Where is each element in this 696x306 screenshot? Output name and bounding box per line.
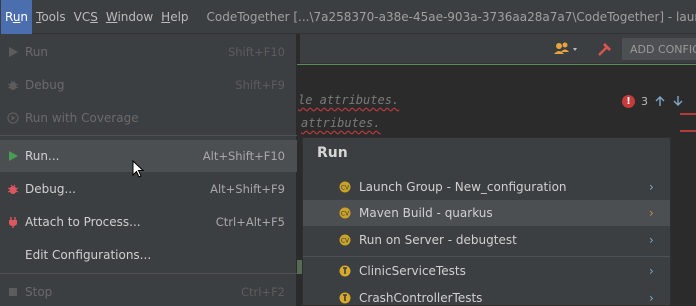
run-menu-item-shortcut: Shift+F10 <box>227 45 285 59</box>
run-menu-item-label: Run <box>25 45 49 59</box>
run-menu-item-run-with-coverage[interactable]: Run with Coverage <box>0 102 297 134</box>
launch-config-icon: CV <box>339 234 351 246</box>
popup-item-run-on-server[interactable]: CV Run on Server - debugtest › <box>303 227 670 253</box>
chevron-right-icon[interactable]: › <box>649 291 654 305</box>
run-menu-separator <box>0 273 297 274</box>
window-title: CodeTogether [...\7a258370-a38e-45ae-903… <box>206 9 696 24</box>
popup-item-clinic-service-tests[interactable]: ClinicServiceTests › <box>303 258 670 284</box>
launch-config-icon: CV <box>339 181 351 193</box>
popup-title: Run <box>317 145 348 161</box>
popup-item-label: Run on Server - debugtest <box>359 233 517 247</box>
main-menubar: Run Tools VCS Window Help CodeTogether [… <box>0 0 696 34</box>
menu-tools[interactable]: Tools <box>32 0 70 34</box>
popup-item-label: CrashControllerTests <box>359 291 483 305</box>
run-menu-item-shortcut: Shift+F9 <box>235 78 285 92</box>
menu-help-label: Help <box>161 9 189 24</box>
run-menu-item-label: Debug... <box>25 182 76 196</box>
popup-item-label: Launch Group - New_configuration <box>359 180 567 194</box>
menu-window[interactable]: Window <box>102 0 157 34</box>
launch-config-icon: CV <box>339 207 351 219</box>
run-menu-item-label: Run with Coverage <box>25 111 139 125</box>
run-configurations-popup: Run CV Launch Group - New_configuration … <box>302 137 671 306</box>
run-menu-item-edit-configurations[interactable]: Edit Configurations... <box>0 239 297 271</box>
codetogether-people-icon[interactable] <box>552 40 582 58</box>
run-menu-item-shortcut: Ctrl+Alt+F5 <box>215 215 285 229</box>
main-toolbar: ADD CONFIG <box>300 34 696 64</box>
run-menu-item-stop[interactable]: Stop Ctrl+F2 <box>0 276 297 306</box>
code-line-2: attributes. <box>301 116 381 130</box>
popup-separator <box>303 256 670 257</box>
run-menu-item-label: Debug <box>25 78 65 92</box>
code-line-1: le attributes. <box>298 93 400 107</box>
run-menu-item-run[interactable]: Run Shift+F10 <box>0 36 297 68</box>
svg-text:CV: CV <box>341 211 350 218</box>
coverage-icon <box>6 111 20 125</box>
menu-run-label: Run <box>5 9 29 24</box>
run-menu-item-label: Stop <box>25 285 53 299</box>
editor-border-top <box>297 64 696 65</box>
run-menu-item-shortcut: Alt+Shift+F9 <box>210 182 285 196</box>
svg-text:CV: CV <box>341 185 350 192</box>
stop-icon <box>6 285 20 299</box>
previous-error-icon[interactable] <box>654 95 666 107</box>
error-stripe-mark[interactable] <box>680 113 696 115</box>
run-menu-item-run-dots[interactable]: Run... Alt+Shift+F10 <box>0 140 297 172</box>
run-menu-item-label: Attach to Process... <box>25 215 141 229</box>
chevron-right-icon[interactable]: › <box>649 180 654 194</box>
run-menu-item-label: Edit Configurations... <box>25 248 152 262</box>
popup-item-launch-group[interactable]: CV Launch Group - New_configuration › <box>303 174 670 200</box>
popup-item-crash-controller-tests[interactable]: CrashControllerTests › <box>303 285 670 306</box>
error-stripe-mark[interactable] <box>680 130 696 132</box>
popup-item-maven-build[interactable]: CV Maven Build - quarkus › <box>303 200 670 226</box>
menu-help[interactable]: Help <box>157 0 192 34</box>
next-error-icon[interactable] <box>672 95 684 107</box>
error-icon: ! <box>622 94 635 108</box>
run-menu-item-shortcut: Alt+Shift+F10 <box>202 149 285 163</box>
run-menu-item-label: Run... <box>25 149 60 163</box>
run-menu-item-debug-dots[interactable]: Debug... Alt+Shift+F9 <box>0 173 297 205</box>
chevron-right-icon[interactable]: › <box>649 233 654 247</box>
add-configuration-button[interactable]: ADD CONFIG <box>622 38 696 60</box>
run-menu-item-debug[interactable]: Debug Shift+F9 <box>0 69 297 101</box>
svg-text:CV: CV <box>341 238 350 245</box>
error-count: 3 <box>641 94 648 108</box>
junit-test-icon <box>339 292 351 304</box>
menu-tools-label: Tools <box>36 9 66 24</box>
run-menu-separator <box>0 135 297 136</box>
popup-item-label: Maven Build - quarkus <box>359 206 493 220</box>
chevron-right-icon[interactable]: › <box>649 206 654 220</box>
mouse-cursor-icon <box>132 160 144 178</box>
attach-icon <box>6 215 20 229</box>
bug-icon <box>6 78 20 92</box>
inspection-widget[interactable]: ! 3 <box>622 93 684 109</box>
menu-vcs-label: VCS <box>73 9 98 24</box>
run-menu-dropdown: Run Shift+F10 Debug Shift+F9 Run with Co… <box>0 34 297 306</box>
menu-run[interactable]: Run <box>1 0 33 34</box>
junit-test-icon <box>339 265 351 277</box>
run-menu-item-attach-to-process[interactable]: Attach to Process... Ctrl+Alt+F5 <box>0 206 297 238</box>
popup-item-label: ClinicServiceTests <box>359 264 466 278</box>
menu-window-label: Window <box>105 9 154 24</box>
bug-icon <box>6 182 20 196</box>
run-menu-item-shortcut: Ctrl+F2 <box>240 285 285 299</box>
play-icon <box>6 45 20 59</box>
play-icon <box>6 149 20 163</box>
build-hammer-icon[interactable] <box>596 40 614 58</box>
menu-vcs[interactable]: VCS <box>70 0 102 34</box>
chevron-right-icon[interactable]: › <box>649 264 654 278</box>
